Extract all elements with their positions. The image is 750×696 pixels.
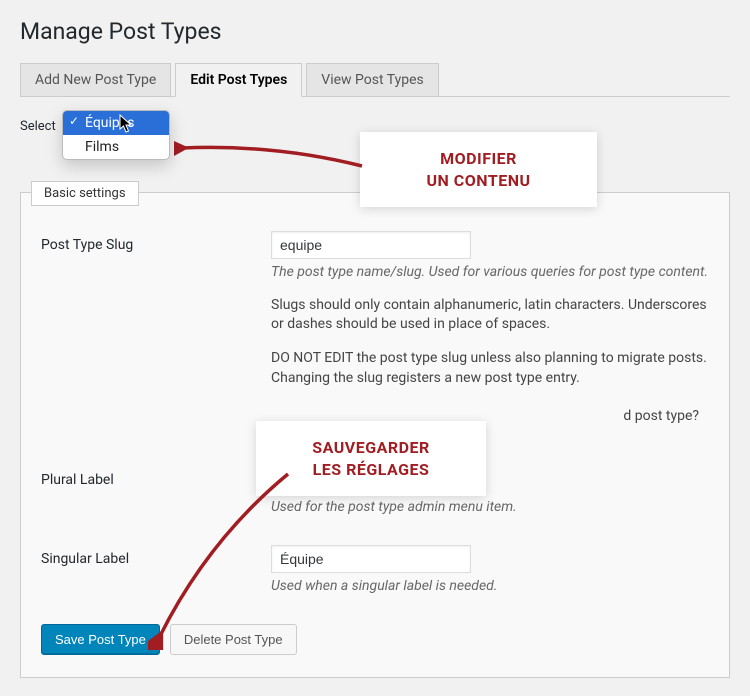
- tab-view-post-types[interactable]: View Post Types: [306, 63, 438, 97]
- singular-label-label: Singular Label: [41, 545, 271, 567]
- post-type-slug-label: Post Type Slug: [41, 231, 271, 253]
- plural-description: Used for the post type admin menu item.: [271, 498, 709, 517]
- page-title: Manage Post Types: [20, 18, 730, 45]
- fieldset-legend: Basic settings: [31, 181, 139, 206]
- tab-edit-post-types[interactable]: Edit Post Types: [175, 63, 302, 97]
- plural-label-label: Plural Label: [41, 466, 271, 488]
- dropdown-option-equipes[interactable]: Équipes: [63, 111, 169, 135]
- slug-help-1: Slugs should only contain alphanumeric, …: [271, 296, 709, 335]
- tabs: Add New Post Type Edit Post Types View P…: [20, 63, 730, 97]
- delete-post-type-button[interactable]: Delete Post Type: [170, 624, 297, 655]
- annotation-modify-content: MODIFIER UN CONTENU: [360, 132, 597, 207]
- slug-help-2: DO NOT EDIT the post type slug unless al…: [271, 349, 709, 388]
- slug-description: The post type name/slug. Used for variou…: [271, 263, 709, 282]
- singular-label-input[interactable]: [271, 545, 471, 573]
- save-post-type-button[interactable]: Save Post Type: [41, 624, 160, 655]
- select-label: Select: [20, 117, 56, 134]
- dropdown-option-films[interactable]: Films: [63, 135, 169, 159]
- annotation-save-settings: SAUVEGARDER LES RÉGLAGES: [256, 421, 486, 496]
- singular-description: Used when a singular label is needed.: [271, 577, 709, 596]
- post-type-select-dropdown[interactable]: Équipes Films: [62, 110, 170, 160]
- tab-add-new-post-type[interactable]: Add New Post Type: [20, 63, 171, 97]
- annotation-arrow-icon: [174, 134, 374, 198]
- post-type-slug-input[interactable]: [271, 231, 471, 259]
